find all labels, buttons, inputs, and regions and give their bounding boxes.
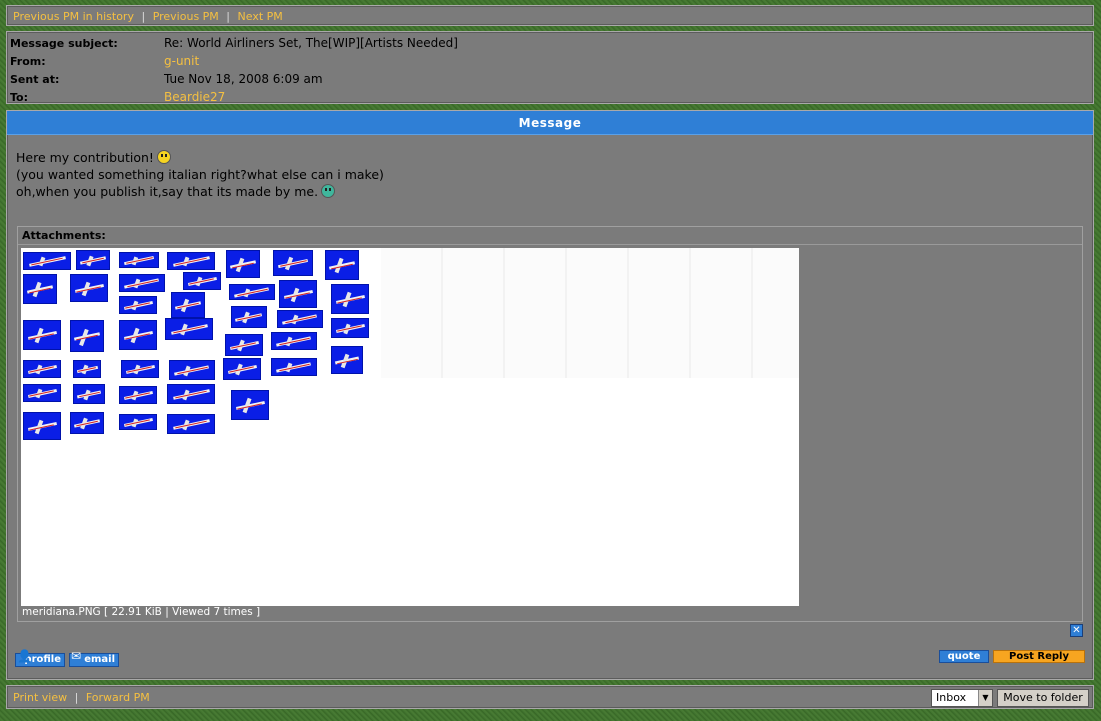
airliner-tile bbox=[231, 306, 267, 328]
airliner-tile bbox=[271, 358, 317, 376]
smile-icon bbox=[156, 150, 171, 164]
airliner-tile bbox=[171, 292, 205, 318]
message-line: (you wanted something italian right?what… bbox=[16, 166, 384, 183]
airliner-tile bbox=[325, 250, 359, 280]
airliner-tile bbox=[73, 360, 101, 378]
email-button-label: email bbox=[84, 654, 115, 665]
from-label: From: bbox=[10, 54, 46, 68]
move-to-folder-button[interactable]: Move to folder bbox=[997, 689, 1089, 707]
message-line-text: (you wanted something italian right?what… bbox=[16, 167, 384, 182]
forward-pm-link[interactable]: Forward PM bbox=[86, 691, 150, 704]
subject-value: Re: World Airliners Set, The[WIP][Artist… bbox=[164, 36, 458, 50]
airliner-tile bbox=[183, 272, 221, 290]
attachments-box: Attachments: meridiana.PNG [ 22.91 KiB |… bbox=[17, 226, 1083, 622]
print-view-link[interactable]: Print view bbox=[13, 691, 67, 704]
subject-row: Message subject: Re: World Airliners Set… bbox=[10, 34, 1090, 52]
airliner-tile bbox=[70, 320, 104, 352]
airliner-tile bbox=[271, 332, 317, 350]
user-icon: 👤 bbox=[17, 649, 32, 663]
attachments-header: Attachments: bbox=[18, 227, 1082, 245]
message-body: Here my contribution! (you wanted someth… bbox=[16, 149, 384, 200]
sent-label: Sent at: bbox=[10, 72, 60, 86]
airliner-tile bbox=[231, 390, 269, 420]
folder-select[interactable]: Inbox ▼ bbox=[931, 689, 993, 707]
airliner-tile bbox=[167, 384, 215, 404]
envelope-icon: ✉ bbox=[71, 649, 82, 663]
message-line: oh,when you publish it,say that its made… bbox=[16, 183, 384, 200]
attachment-image[interactable] bbox=[21, 248, 799, 606]
grin-icon bbox=[321, 184, 336, 198]
airliner-tile bbox=[169, 360, 215, 380]
airliner-tile bbox=[70, 412, 104, 434]
airliner-tile bbox=[167, 414, 215, 434]
airliner-tile bbox=[279, 280, 317, 308]
footer-separator: | bbox=[74, 691, 79, 704]
attachment-caption: meridiana.PNG [ 22.91 KiB | Viewed 7 tim… bbox=[22, 606, 261, 618]
airliner-tile bbox=[273, 250, 313, 276]
airliner-tile bbox=[23, 320, 61, 350]
sent-row: Sent at: Tue Nov 18, 2008 6:09 am bbox=[10, 70, 1090, 88]
airliner-tile bbox=[331, 284, 369, 314]
airliner-tile bbox=[331, 318, 369, 338]
close-icon[interactable]: ✕ bbox=[1070, 624, 1083, 637]
airliner-tile bbox=[119, 252, 159, 268]
airliner-tile bbox=[23, 384, 61, 402]
to-row: To: Beardie27 bbox=[10, 88, 1090, 106]
message-line: Here my contribution! bbox=[16, 149, 384, 166]
airliner-tile bbox=[167, 252, 215, 270]
subject-label: Message subject: bbox=[10, 36, 118, 50]
chevron-down-icon[interactable]: ▼ bbox=[978, 690, 992, 706]
nav-separator: | bbox=[141, 10, 146, 23]
nav-separator: | bbox=[226, 10, 231, 23]
pm-navigation: Previous PM in history | Previous PM | N… bbox=[6, 5, 1094, 26]
sent-value: Tue Nov 18, 2008 6:09 am bbox=[164, 72, 323, 86]
post-reply-button[interactable]: Post Reply bbox=[993, 650, 1085, 663]
message-line-text: oh,when you publish it,say that its made… bbox=[16, 184, 319, 199]
profile-button[interactable]: 👤 profile bbox=[15, 649, 65, 667]
airliner-tile bbox=[121, 360, 159, 378]
from-row: From: g-unit bbox=[10, 52, 1090, 70]
airliner-tile bbox=[331, 346, 363, 374]
airliner-tile bbox=[225, 334, 263, 356]
to-label: To: bbox=[10, 90, 28, 104]
message-header: Message subject: Re: World Airliners Set… bbox=[6, 31, 1094, 104]
airliner-tile bbox=[119, 386, 157, 404]
airliner-tile bbox=[119, 320, 157, 350]
from-user-link[interactable]: g-unit bbox=[164, 54, 199, 68]
next-pm-link[interactable]: Next PM bbox=[238, 10, 283, 23]
airliner-tile bbox=[23, 274, 57, 304]
email-button[interactable]: ✉ email bbox=[69, 649, 119, 667]
airliner-tile bbox=[119, 414, 157, 430]
airliner-tile bbox=[23, 360, 61, 378]
airliner-tile bbox=[165, 318, 213, 340]
message-panel: Message Here my contribution! (you wante… bbox=[6, 110, 1094, 680]
folder-select-value: Inbox bbox=[936, 691, 967, 704]
airliner-tile bbox=[223, 358, 261, 380]
quote-button[interactable]: quote bbox=[939, 650, 989, 663]
message-title: Message bbox=[7, 111, 1093, 135]
airliner-tile bbox=[226, 250, 260, 278]
to-user-link[interactable]: Beardie27 bbox=[164, 90, 225, 104]
message-line-text: Here my contribution! bbox=[16, 150, 154, 165]
airliner-tile bbox=[76, 250, 110, 270]
image-faded-area bbox=[381, 248, 799, 378]
airliner-tile bbox=[229, 284, 275, 300]
previous-pm-link[interactable]: Previous PM bbox=[153, 10, 219, 23]
airliner-tile bbox=[23, 252, 71, 270]
pm-footer: Print view | Forward PM Inbox ▼ Move to … bbox=[6, 685, 1094, 709]
airliner-tile bbox=[73, 384, 105, 404]
airliner-tile bbox=[119, 274, 165, 292]
airliner-tile bbox=[277, 310, 323, 328]
previous-pm-history-link[interactable]: Previous PM in history bbox=[13, 10, 134, 23]
airliner-tile bbox=[23, 412, 61, 440]
airliner-tile bbox=[70, 274, 108, 302]
airliner-tile bbox=[119, 296, 157, 314]
